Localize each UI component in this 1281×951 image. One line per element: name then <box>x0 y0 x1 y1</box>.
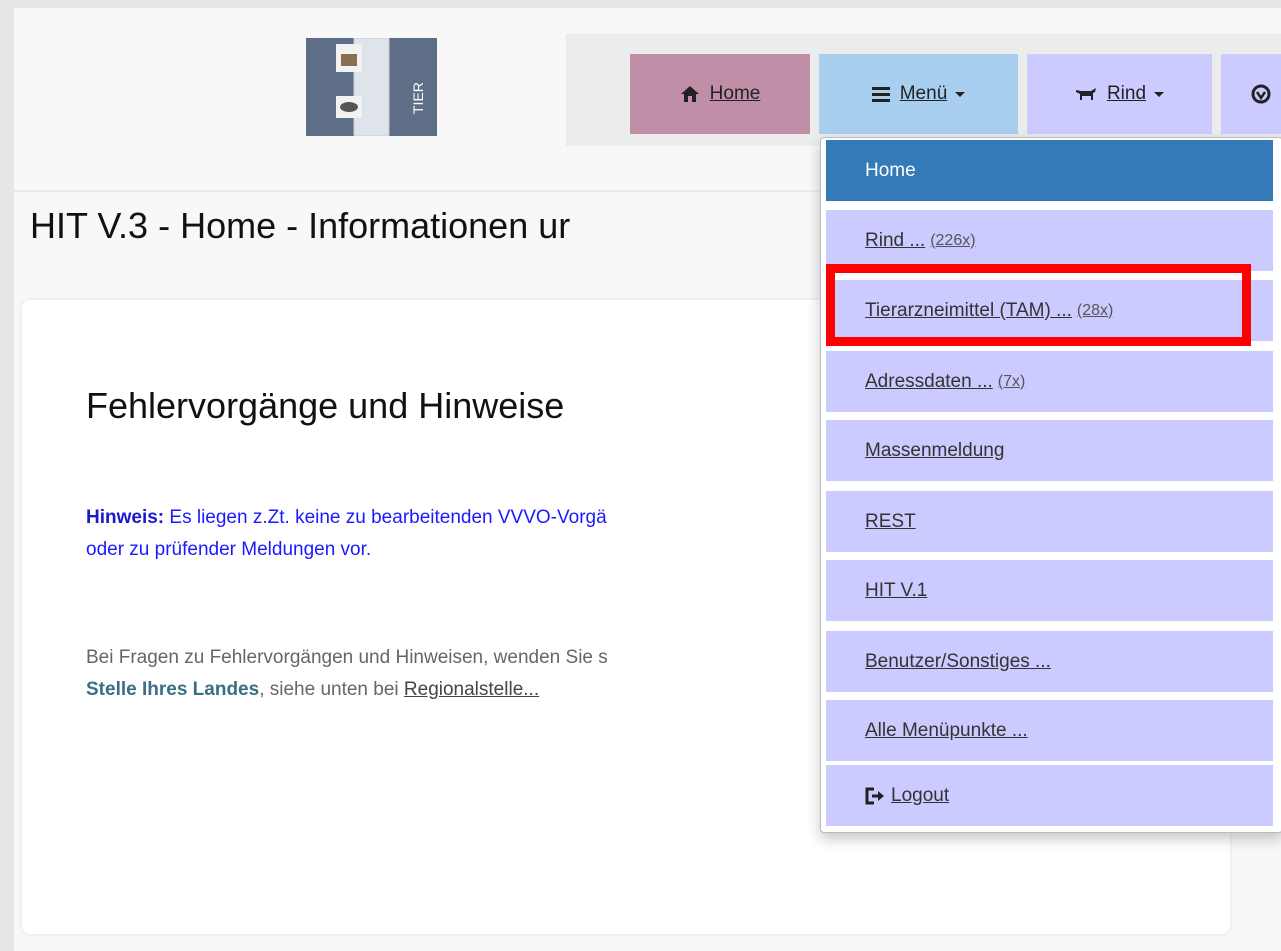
dropdown-item-label: Rind ... <box>865 229 926 251</box>
dropdown-item-rest[interactable]: REST <box>826 491 1273 552</box>
nav-rind-label: Rind <box>1106 83 1147 104</box>
dropdown-item-label: Alle Menüpunkte ... <box>865 719 1028 741</box>
dropdown-item-hit-v1[interactable]: HIT V.1 <box>826 560 1273 621</box>
regionalstelle-link[interactable]: Regionalstelle... <box>404 679 539 700</box>
dropdown-item-alle-menuepunkte[interactable]: Alle Menüpunkte ... <box>826 700 1273 761</box>
nav-menu-label: Menü <box>899 83 948 104</box>
dropdown-item-label: Tierarzneimittel (TAM) ... <box>865 299 1072 321</box>
dropdown-item-rind[interactable]: Rind ... (226x) <box>826 210 1273 271</box>
page-title: HIT V.3 - Home - Informationen ur <box>30 205 571 246</box>
logo-text: TIER <box>410 82 426 114</box>
hit-logo[interactable]: TIER <box>306 37 437 137</box>
hint-text: Es liegen z.Zt. keine zu bearbeitenden V… <box>164 507 607 528</box>
nav-rind-button[interactable]: Rind <box>1027 54 1212 134</box>
dropdown-item-label: Logout <box>891 784 950 806</box>
dropdown-item-massenmeldung[interactable]: Massenmeldung <box>826 420 1273 481</box>
shield-icon <box>1251 84 1271 104</box>
dropdown-item-count: (28x) <box>1076 301 1114 319</box>
dropdown-item-home[interactable]: Home <box>826 140 1273 201</box>
chevron-down-icon <box>955 91 966 97</box>
info-paragraph: Bei Fragen zu Fehlervorgängen und Hinwei… <box>86 642 821 706</box>
dropdown-item-tam[interactable]: Tierarzneimittel (TAM) ... (28x) <box>826 280 1273 341</box>
chevron-down-icon <box>1154 91 1165 97</box>
dropdown-item-logout[interactable]: Logout <box>826 765 1273 826</box>
info-bold: Stelle Ihres Landes <box>86 679 260 700</box>
logout-icon <box>865 787 884 804</box>
dropdown-item-label: Home <box>865 159 916 181</box>
hint-paragraph: Hinweis: Es liegen z.Zt. keine zu bearbe… <box>86 502 821 566</box>
nav-home-button[interactable]: Home <box>630 54 810 134</box>
cow-icon <box>1075 88 1096 100</box>
dropdown-item-label: Massenmeldung <box>865 439 1005 461</box>
dropdown-item-label: HIT V.1 <box>865 579 928 601</box>
dropdown-item-benutzer[interactable]: Benutzer/Sonstiges ... <box>826 631 1273 692</box>
hamburger-icon <box>871 87 890 102</box>
nav-menu-button[interactable]: Menü <box>819 54 1018 134</box>
dropdown-item-count: (226x) <box>930 231 976 249</box>
dropdown-item-label: Benutzer/Sonstiges ... <box>865 650 1051 672</box>
dropdown-item-adressdaten[interactable]: Adressdaten ... (7x) <box>826 351 1273 412</box>
hint-label: Hinweis: <box>86 507 165 528</box>
home-icon <box>680 86 699 102</box>
nav-home-label: Home <box>709 83 761 104</box>
info-text-2: , siehe unten bei <box>259 679 404 700</box>
info-text: Bei Fragen zu Fehlervorgängen und Hinwei… <box>86 647 608 668</box>
dropdown-item-label: Adressdaten ... <box>865 370 993 392</box>
nav-more-button[interactable] <box>1221 54 1281 134</box>
card-title: Fehlervorgänge und Hinweise <box>86 385 565 426</box>
dropdown-item-count: (7x) <box>997 372 1026 390</box>
dropdown-item-label: REST <box>865 510 916 532</box>
hint-text-2: oder zu prüfender Meldungen vor. <box>86 539 372 560</box>
